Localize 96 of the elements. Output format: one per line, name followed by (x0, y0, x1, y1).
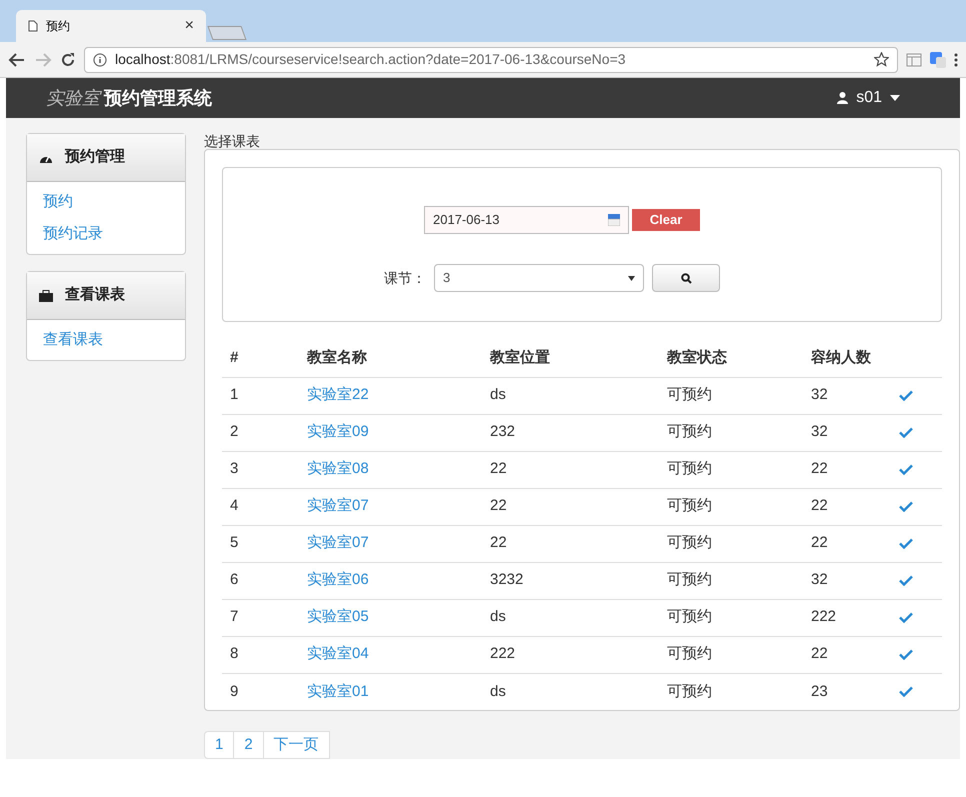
reader-icon[interactable] (906, 52, 922, 66)
room-link[interactable]: 实验室01 (307, 682, 369, 700)
new-tab-button[interactable] (207, 26, 247, 40)
room-link[interactable]: 实验室07 (307, 534, 369, 552)
table-cell: 3 (230, 460, 238, 478)
course-select[interactable]: 3 (434, 264, 644, 292)
room-link[interactable]: 实验室05 (307, 608, 369, 626)
check-icon[interactable] (899, 538, 913, 549)
search-button[interactable] (652, 264, 720, 292)
room-link[interactable]: 实验室04 (307, 645, 369, 662)
sidebar-link[interactable]: 预约记录 (43, 218, 169, 250)
info-icon[interactable] (93, 52, 107, 66)
translate-icon[interactable] (930, 52, 946, 68)
tab-title: 预约 (46, 18, 71, 35)
table-cell: 22 (490, 497, 507, 514)
room-link[interactable]: 实验室22 (307, 386, 369, 404)
table-cell: 5 (230, 534, 238, 552)
column-header: 容纳人数 (811, 349, 871, 366)
panel-title: 查看课表 (65, 285, 125, 306)
table-cell: 7 (230, 608, 238, 626)
check-icon[interactable] (899, 612, 913, 623)
star-icon[interactable] (874, 52, 889, 67)
close-tab-button[interactable]: × (184, 18, 194, 34)
check-icon[interactable] (899, 464, 913, 475)
check-icon[interactable] (899, 649, 913, 660)
sidebar-link[interactable]: 预约 (43, 186, 169, 218)
room-link[interactable]: 实验室08 (307, 460, 369, 478)
browser-tab[interactable]: 预约 × (16, 10, 206, 42)
user-icon (837, 92, 848, 104)
check-icon[interactable] (899, 390, 913, 401)
table-cell: 可预约 (667, 497, 712, 514)
page-link[interactable]: 1 (204, 731, 234, 759)
brand-prefix: 实验室 (46, 86, 100, 110)
caret-icon (890, 95, 900, 101)
dropdown-arrow-icon (628, 276, 635, 280)
table-cell: 可预约 (667, 608, 712, 626)
check-icon[interactable] (899, 575, 913, 586)
table-cell: ds (490, 608, 506, 626)
table-cell: 222 (490, 645, 516, 662)
table-cell: 22 (490, 460, 507, 478)
brand-title: 预约管理系统 (104, 86, 212, 110)
table-cell: 可预约 (667, 423, 712, 440)
url-text: localhost:8081/LRMS/courseservice!search.action?date=2017-06-13&courseNo=3 (115, 50, 627, 69)
clear-button[interactable]: Clear (632, 209, 700, 231)
column-header: 教室状态 (667, 349, 727, 366)
table-cell: 1 (230, 386, 238, 404)
table-cell: 可预约 (667, 571, 712, 588)
check-icon[interactable] (899, 427, 913, 438)
section-title: 选择课表 (204, 133, 261, 149)
table-cell: 3232 (490, 571, 524, 588)
page-link[interactable]: 2 (233, 731, 264, 759)
table-cell: 可预约 (667, 534, 712, 552)
table-cell: 32 (811, 571, 828, 588)
table-cell: 22 (811, 497, 828, 514)
table-cell: 6 (230, 571, 238, 588)
table-cell: 32 (811, 423, 828, 440)
table-cell: 22 (811, 460, 828, 478)
more-icon[interactable] (954, 52, 958, 66)
briefcase-icon (39, 290, 53, 302)
table-cell: 4 (230, 497, 238, 514)
table-cell: 22 (490, 534, 507, 552)
table-cell: 2 (230, 423, 238, 440)
check-icon[interactable] (899, 686, 913, 698)
table-cell: 32 (811, 386, 828, 404)
column-header: 教室名称 (307, 349, 367, 366)
table-cell: 22 (811, 645, 828, 662)
date-field[interactable]: 2017-06-13 (424, 206, 629, 234)
column-header: 教室位置 (490, 349, 550, 366)
address-bar[interactable]: localhost:8081/LRMS/courseservice!search.action?date=2017-06-13&courseNo=3 (84, 46, 898, 72)
reload-icon[interactable] (60, 52, 76, 68)
table-cell: 可预约 (667, 682, 712, 700)
table-cell: ds (490, 682, 506, 700)
table-cell: 8 (230, 645, 238, 662)
sidebar-link[interactable]: 查看课表 (43, 324, 169, 356)
user-menu[interactable]: s01 (837, 86, 900, 110)
search-icon (680, 272, 692, 284)
page-icon (28, 20, 38, 32)
room-link[interactable]: 实验室09 (307, 423, 369, 440)
table-cell: 可预约 (667, 460, 712, 478)
table-cell: ds (490, 386, 506, 404)
panel-title: 预约管理 (65, 147, 125, 168)
check-icon[interactable] (899, 501, 913, 512)
table-cell: 9 (230, 682, 238, 700)
calendar-icon[interactable] (608, 214, 620, 226)
back-icon[interactable] (8, 52, 26, 68)
room-link[interactable]: 实验室06 (307, 571, 369, 588)
table-cell: 可预约 (667, 386, 712, 404)
table-cell: 23 (811, 682, 828, 700)
page-link[interactable]: 下一页 (262, 731, 330, 759)
table-cell: 可预约 (667, 645, 712, 662)
field-label: 课节： (384, 268, 426, 288)
column-header: # (230, 349, 238, 366)
table-cell: 232 (490, 423, 516, 440)
table-cell: 22 (811, 534, 828, 552)
room-link[interactable]: 实验室07 (307, 497, 369, 514)
table-cell: 222 (811, 608, 836, 626)
